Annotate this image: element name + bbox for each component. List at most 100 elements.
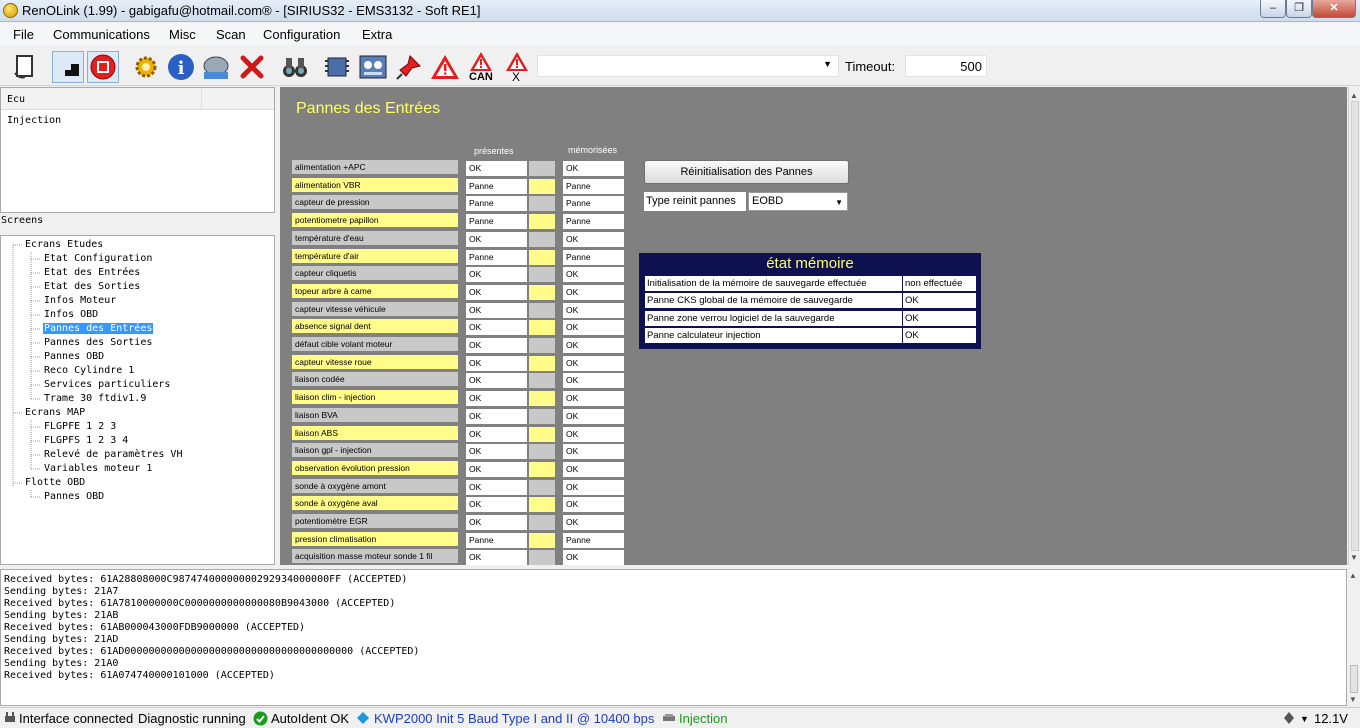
fault-memo-value: OK xyxy=(563,303,624,318)
tree-item-pannes-entrees-selected[interactable]: Pannes des Entrées xyxy=(43,323,154,334)
tree-item-etat-configuration[interactable]: Etat Configuration xyxy=(44,253,152,264)
scroll-down-icon[interactable]: ▼ xyxy=(1350,553,1358,562)
main-scrollbar[interactable]: ▲ ▼ xyxy=(1348,87,1360,565)
tree-item-pannes-obd[interactable]: Pannes OBD xyxy=(44,351,104,362)
menu-configuration[interactable]: Configuration xyxy=(263,27,340,42)
fault-present-value: Panne xyxy=(466,196,527,211)
menu-misc[interactable]: Misc xyxy=(169,27,196,42)
fault-indicator xyxy=(529,338,555,353)
fault-present-value: OK xyxy=(466,444,527,459)
fault-memo-value: OK xyxy=(563,391,624,406)
fault-memo-value: Panne xyxy=(563,196,624,211)
warning-button[interactable] xyxy=(429,51,461,83)
tree-item-infos-moteur[interactable]: Infos Moteur xyxy=(44,295,116,306)
fault-memo-value: OK xyxy=(563,320,624,335)
tree-item-reco-cylindre[interactable]: Reco Cylindre 1 xyxy=(44,365,134,376)
fault-present-value: OK xyxy=(466,356,527,371)
memory-state-title: état mémoire xyxy=(766,255,854,272)
app-icon xyxy=(3,3,18,18)
menu-file[interactable]: File xyxy=(13,27,34,42)
settings-button[interactable] xyxy=(130,51,162,83)
fault-label: liaison clim - injection xyxy=(291,389,459,405)
tree-item-variables-moteur[interactable]: Variables moteur 1 xyxy=(44,463,152,474)
fault-memo-value: OK xyxy=(563,497,624,512)
fault-indicator xyxy=(529,267,555,282)
command-combo[interactable]: ▼ xyxy=(537,55,839,77)
tree-node-ecrans-etudes[interactable]: Ecrans Etudes xyxy=(25,239,103,250)
scroll-down-icon[interactable]: ▼ xyxy=(1349,695,1357,704)
menu-extra[interactable]: Extra xyxy=(362,27,392,42)
log-line: Sending bytes: 21A0 xyxy=(4,658,119,669)
ecu-button[interactable] xyxy=(321,51,353,83)
fault-label: potentiomètre EGR xyxy=(291,513,459,529)
tree-item-pannes-sorties[interactable]: Pannes des Sorties xyxy=(44,337,152,348)
search-button[interactable] xyxy=(279,51,311,83)
info-button[interactable]: i xyxy=(165,51,197,83)
stairs-icon xyxy=(57,64,79,76)
fault-present-value: OK xyxy=(466,303,527,318)
present-column-header: présentes xyxy=(474,146,514,156)
tree-node-flotte-obd[interactable]: Flotte OBD xyxy=(25,477,85,488)
tree-item-releve-parametres[interactable]: Relevé de paramètres VH xyxy=(44,449,182,460)
log-line: Received bytes: 61AD00000000000000000000… xyxy=(4,646,420,657)
scroll-thumb[interactable] xyxy=(1350,665,1358,693)
memo-column-header: mémorisées xyxy=(568,145,618,155)
fault-present-value: Panne xyxy=(466,214,527,229)
fault-label: capteur de pression xyxy=(291,194,459,210)
reset-type-label: Type reinit pannes xyxy=(644,192,746,211)
can-button[interactable]: CAN xyxy=(465,51,497,83)
fault-indicator xyxy=(529,533,555,548)
fault-present-value: OK xyxy=(466,232,527,247)
autoident-status: AutoIdent OK xyxy=(271,711,350,726)
pin-button[interactable] xyxy=(393,51,425,83)
fault-memo-value: Panne xyxy=(563,179,624,194)
fault-memo-value: OK xyxy=(563,427,624,442)
delete-button[interactable] xyxy=(236,51,268,83)
tree-item-infos-obd[interactable]: Infos OBD xyxy=(44,309,98,320)
ecu-header: Ecu xyxy=(1,88,274,110)
tree-node-ecrans-map[interactable]: Ecrans MAP xyxy=(25,407,85,418)
fault-present-value: OK xyxy=(466,161,527,176)
stairs-button[interactable] xyxy=(52,51,84,83)
stop-button[interactable] xyxy=(87,51,119,83)
k-line-button[interactable]: X xyxy=(501,51,533,84)
fault-label: observation évolution pression xyxy=(291,460,459,476)
maximize-button[interactable]: ❐ xyxy=(1286,0,1312,18)
minimize-button[interactable]: – xyxy=(1260,0,1286,18)
reset-faults-button[interactable]: Réinitialisation des Pannes xyxy=(644,160,849,184)
scanner-button[interactable] xyxy=(200,51,232,83)
ecu-status: Injection xyxy=(679,711,728,726)
fault-indicator xyxy=(529,250,555,265)
tree-item-etat-sorties[interactable]: Etat des Sorties xyxy=(44,281,140,292)
plug-icon xyxy=(5,712,15,722)
tree-item-etat-entrees[interactable]: Etat des Entrées xyxy=(44,267,140,278)
connect-button[interactable] xyxy=(10,51,42,83)
dashboard-button[interactable] xyxy=(357,51,389,83)
ecu-item-injection[interactable]: Injection xyxy=(7,115,61,126)
fault-label: liaison ABS xyxy=(291,425,459,441)
fault-present-value: OK xyxy=(466,338,527,353)
tree-item-services-particuliers[interactable]: Services particuliers xyxy=(44,379,170,390)
menu-scan[interactable]: Scan xyxy=(216,27,246,42)
fault-present-value: OK xyxy=(466,409,527,424)
tree-item-flgpfe[interactable]: FLGPFE 1 2 3 xyxy=(44,421,116,432)
log-scrollbar[interactable]: ▲ ▼ xyxy=(1348,569,1360,706)
tree-item-trame-30[interactable]: Trame 30 ftdiv1.9 xyxy=(44,393,146,404)
close-button[interactable]: ✕ xyxy=(1312,0,1356,18)
scroll-thumb[interactable] xyxy=(1351,101,1359,551)
fault-present-value: OK xyxy=(466,320,527,335)
menu-communications[interactable]: Communications xyxy=(53,27,150,42)
timeout-input[interactable]: 500 xyxy=(905,55,987,77)
tree-item-flotte-pannes-obd[interactable]: Pannes OBD xyxy=(44,491,104,502)
scroll-up-icon[interactable]: ▲ xyxy=(1350,91,1358,100)
fault-label: liaison codée xyxy=(291,371,459,387)
memory-row-label: Panne calculateur injection xyxy=(645,328,902,343)
scroll-up-icon[interactable]: ▲ xyxy=(1349,571,1357,580)
fault-present-value: OK xyxy=(466,373,527,388)
reset-type-select[interactable]: EOBD ▼ xyxy=(748,192,848,211)
ecu-column-header[interactable]: Ecu xyxy=(7,94,25,105)
memory-row-value: non effectuée xyxy=(903,276,976,291)
communication-log[interactable]: Received bytes: 61A28808000C987474000000… xyxy=(0,569,1347,706)
tree-item-flgpfs[interactable]: FLGPFS 1 2 3 4 xyxy=(44,435,128,446)
fault-memo-value: Panne xyxy=(563,250,624,265)
